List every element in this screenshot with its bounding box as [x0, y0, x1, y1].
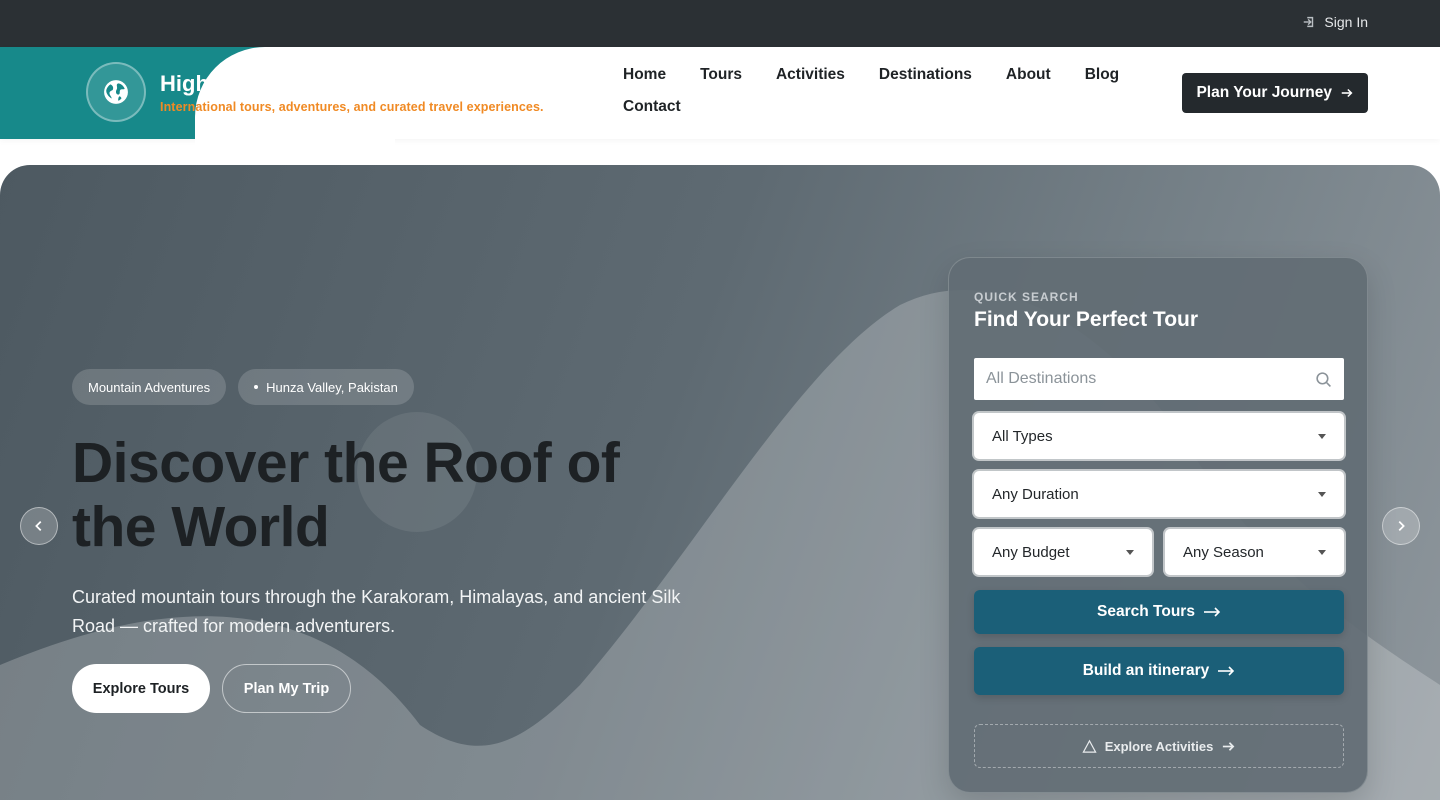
- budget-select-value: Any Budget: [992, 543, 1070, 561]
- nav-activities[interactable]: Activities: [776, 65, 845, 85]
- logo[interactable]: [86, 62, 146, 122]
- globe-icon: [104, 80, 128, 104]
- chevron-down-icon: [1126, 549, 1134, 555]
- card-eyebrow: QUICK SEARCH: [974, 290, 1079, 304]
- chevron-right-icon: [1398, 521, 1405, 531]
- arrow-right-icon: [1341, 88, 1353, 98]
- chevron-left-icon: [35, 521, 42, 531]
- hero-subtitle: Curated mountain tours through the Karak…: [72, 587, 681, 636]
- chevron-down-icon: [1318, 491, 1326, 497]
- brand-name[interactable]: HighPa: [160, 71, 240, 101]
- build-itinerary-label: Build an itinerary: [1082, 662, 1210, 679]
- search-tours-button[interactable]: Search Tours: [974, 590, 1344, 634]
- search-icon: [1316, 371, 1331, 387]
- nav-tours[interactable]: Tours: [700, 65, 742, 85]
- site-header: HighPa International tours, adventures, …: [0, 47, 1440, 167]
- category-pill[interactable]: Mountain Adventures: [72, 369, 227, 405]
- season-select-value: Any Season: [1183, 543, 1264, 561]
- explore-tours-button[interactable]: Explore Tours: [72, 664, 210, 713]
- destination-input[interactable]: [986, 370, 1315, 388]
- arrow-right-icon: [1203, 607, 1221, 617]
- carousel-prev-button[interactable]: [20, 507, 58, 545]
- arrow-right-icon: [1218, 666, 1235, 676]
- bullet-icon: [254, 385, 259, 389]
- hero-tags: Mountain Adventures Hunza Valley, Pakist…: [72, 369, 414, 405]
- nav-destinations[interactable]: Destinations: [879, 65, 972, 85]
- build-itinerary-button[interactable]: Build an itinerary: [974, 647, 1344, 695]
- plan-journey-label: Plan Your Journey: [1196, 84, 1332, 101]
- nav-home[interactable]: Home: [623, 65, 666, 85]
- main-nav: Home Tours Activities Destinations About…: [623, 65, 1143, 117]
- type-select[interactable]: All Types: [974, 413, 1344, 459]
- carousel-next-button[interactable]: [1382, 507, 1420, 545]
- location-pill-label: Hunza Valley, Pakistan: [266, 379, 398, 395]
- top-bar: Sign In: [0, 0, 1440, 47]
- nav-contact[interactable]: Contact: [623, 97, 681, 117]
- quick-search-card: QUICK SEARCH Find Your Perfect Tour All …: [948, 257, 1368, 793]
- sign-in-link[interactable]: Sign In: [1302, 14, 1368, 30]
- brand-tagline: International tours, adventures, and cur…: [160, 100, 544, 114]
- card-title: Find Your Perfect Tour: [974, 308, 1199, 331]
- arrow-right-icon: [1223, 741, 1235, 751]
- hero-title: Discover the Roof of the World: [72, 431, 620, 559]
- category-pill-label: Mountain Adventures: [88, 379, 211, 395]
- season-select[interactable]: Any Season: [1165, 529, 1344, 575]
- chevron-down-icon: [1318, 433, 1326, 439]
- plan-journey-button[interactable]: Plan Your Journey: [1182, 73, 1368, 113]
- sign-in-icon: [1304, 16, 1314, 28]
- hero-section: Mountain Adventures Hunza Valley, Pakist…: [0, 165, 1440, 800]
- plan-my-trip-button[interactable]: Plan My Trip: [222, 664, 351, 713]
- search-tours-label: Search Tours: [1097, 603, 1195, 620]
- duration-select-value: Any Duration: [992, 485, 1079, 503]
- duration-select[interactable]: Any Duration: [974, 471, 1344, 517]
- explore-activities-link[interactable]: Explore Activities: [974, 724, 1344, 768]
- mountain-icon: [1082, 739, 1097, 753]
- destination-field[interactable]: [974, 358, 1344, 400]
- sign-in-label: Sign In: [1324, 14, 1368, 30]
- location-pill[interactable]: Hunza Valley, Pakistan: [238, 369, 414, 405]
- budget-select[interactable]: Any Budget: [974, 529, 1152, 575]
- nav-blog[interactable]: Blog: [1085, 65, 1119, 85]
- nav-about[interactable]: About: [1006, 65, 1051, 85]
- type-select-value: All Types: [992, 427, 1053, 445]
- chevron-down-icon: [1318, 549, 1326, 555]
- explore-activities-label: Explore Activities: [1104, 738, 1214, 754]
